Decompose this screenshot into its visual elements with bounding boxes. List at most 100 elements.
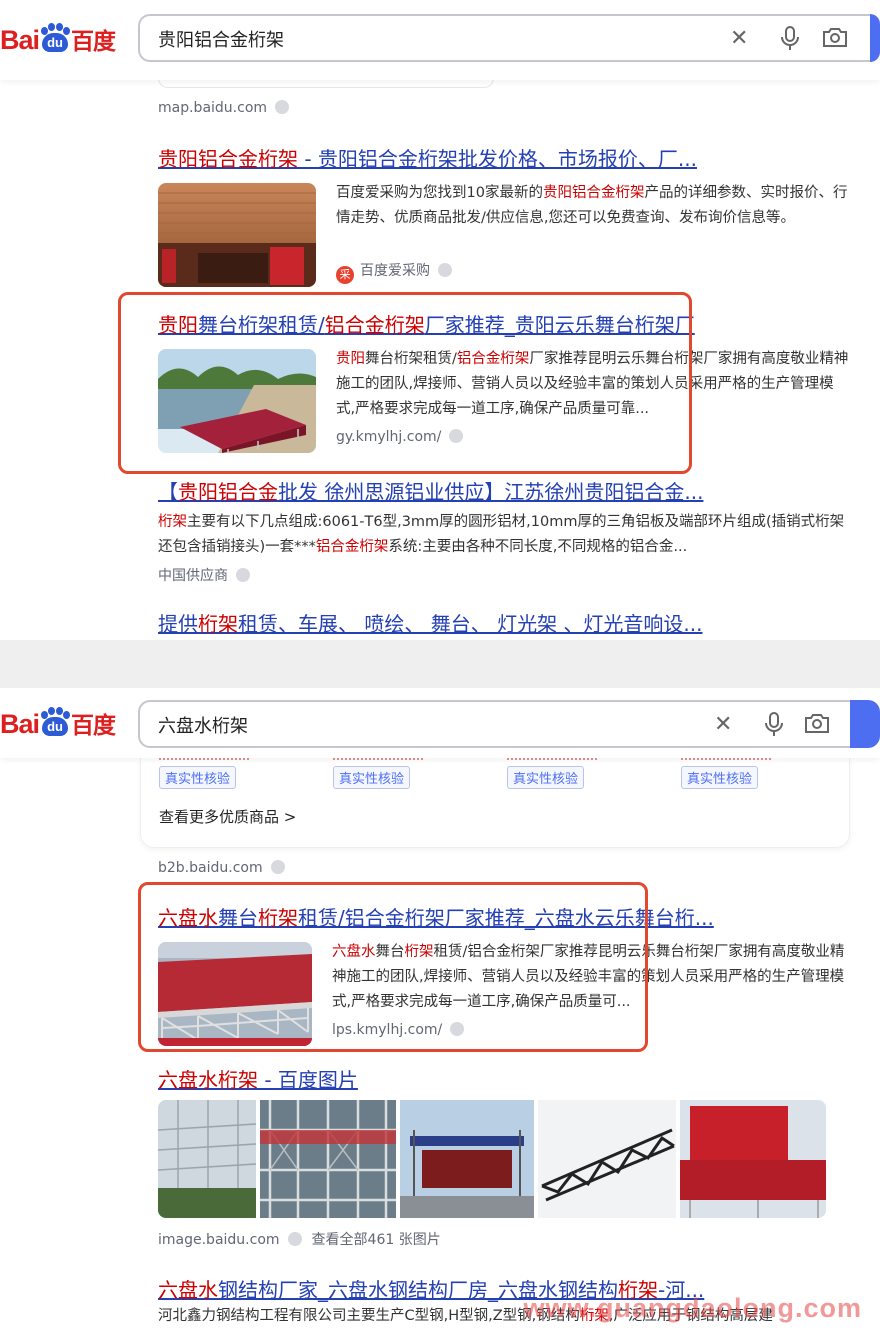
verify-tag: 真实性核验: [159, 766, 237, 789]
search-button[interactable]: [850, 700, 880, 748]
info-icon[interactable]: [438, 263, 452, 277]
search-result: 六盘水桁架 - 百度图片 image.baidu.com 查看全部461 张图片: [158, 1066, 858, 1248]
text-segment: - 百度图片: [258, 1068, 358, 1092]
search-input[interactable]: 贵阳铝合金桁架 ✕: [138, 14, 870, 62]
result-snippet: 百度爱采购为您找到10家最新的贵阳铝合金桁架产品的详细参数、实时报价、行情走势、…: [336, 181, 852, 231]
text-segment: 提供: [158, 612, 198, 636]
keyword-highlight: 六盘水桁架: [158, 1068, 258, 1092]
keyword-highlight: 桁架: [158, 514, 187, 530]
image-strip: [158, 1100, 826, 1218]
paw-icon: du: [39, 23, 71, 52]
keyword-highlight: 桁架: [404, 944, 434, 960]
baidu-logo[interactable]: Bai du 百度: [0, 22, 116, 56]
info-icon[interactable]: [287, 1232, 302, 1246]
info-icon[interactable]: [236, 568, 250, 582]
paw-icon: du: [39, 707, 71, 736]
image-thumb-5: [680, 1100, 826, 1218]
result-source[interactable]: gy.kmylhj.com/: [336, 427, 464, 447]
aicaigou-badge-icon: 采: [336, 266, 354, 284]
verify-tag: 真实性核验: [507, 766, 585, 789]
text-segment: 【: [158, 480, 178, 504]
keyword-highlight: 贵阳铝合金: [178, 480, 278, 504]
product-card: 真实性核验 真实性核验 真实性核验 真实性核验 查看更多优质商品 >: [140, 758, 850, 848]
result-snippet: 贵阳舞台桁架租赁/铝合金桁架厂家推荐昆明云乐舞台桁架厂家拥有高度敬业精神施工的团…: [336, 347, 852, 422]
keyword-highlight: 贵阳铝合金桁架: [542, 185, 645, 201]
text-segment: 舞台: [218, 906, 258, 930]
verify-tag: 真实性核验: [681, 766, 759, 789]
text-segment: 百度爱采购为您找到10家最新的: [336, 185, 543, 201]
clear-icon[interactable]: ✕: [730, 26, 748, 52]
camera-icon[interactable]: [804, 712, 830, 741]
text-segment: - 贵阳铝合金桁架批发价格、市场报价、厂...: [298, 147, 698, 171]
text-segment: 厂家推荐_贵阳云乐舞台桁架厂: [424, 313, 695, 337]
keyword-highlight: 贵阳铝合金桁架: [158, 147, 298, 171]
search-result: 贵阳舞台桁架租赁/铝合金桁架厂家推荐_贵阳云乐舞台桁架厂 贵阳舞台桁架租赁/铝合…: [158, 311, 858, 453]
screenshot-panel-1: Bai du 百度 贵阳铝合金桁架 ✕ map.baidu.com 贵阳铝合金桁架 …: [0, 0, 880, 640]
microphone-icon[interactable]: [764, 712, 784, 745]
info-icon[interactable]: [449, 429, 464, 443]
text-segment: 系统:主要由各种不同长度,不同规格的铝合金...: [388, 539, 688, 555]
price-remnant: [159, 758, 249, 762]
camera-icon[interactable]: [822, 26, 848, 55]
text-segment: 租赁/铝合金桁架厂家推荐_六盘水云乐舞台桁...: [298, 906, 714, 930]
result-title-link[interactable]: 提供桁架租赁、车展、 喷绘、 舞台、 灯光架 、灯光音响设...: [158, 610, 858, 638]
verify-tag: 真实性核验: [333, 766, 411, 789]
result-thumbnail[interactable]: [158, 942, 312, 1046]
keyword-highlight: 贵阳: [158, 313, 198, 337]
search-result: 贵阳铝合金桁架 - 贵阳铝合金桁架批发价格、市场报价、厂... 百度爱采购为您找…: [158, 145, 858, 287]
keyword-highlight: 六盘水: [332, 944, 376, 960]
result-thumbnail[interactable]: [158, 349, 316, 453]
result-source[interactable]: 中国供应商: [158, 566, 858, 586]
result-title-link[interactable]: 【贵阳铝合金批发 徐州思源铝业供应】江苏徐州贵阳铝合金...: [158, 478, 858, 506]
text-segment: 舞台桁架租赁/: [198, 313, 325, 337]
result-source[interactable]: 采百度爱采购: [336, 261, 452, 284]
screenshot-panel-2: Bai du 百度 六盘水桁架 ✕ 真实性核验 真实性核验 真实性核验 真实性核验 …: [0, 688, 880, 1336]
result-title-link[interactable]: 贵阳舞台桁架租赁/铝合金桁架厂家推荐_贵阳云乐舞台桁架厂: [158, 311, 858, 339]
result-source[interactable]: lps.kmylhj.com/: [332, 1020, 465, 1040]
image-thumb-1: [158, 1100, 257, 1218]
text-segment: 舞台桁架租赁/: [365, 351, 457, 367]
keyword-highlight: 六盘水: [158, 1278, 218, 1302]
info-icon[interactable]: [275, 100, 290, 114]
search-header: Bai du 百度 贵阳铝合金桁架 ✕: [0, 0, 880, 80]
view-all-images-link[interactable]: 查看全部461 张图片: [312, 1232, 441, 1248]
price-remnant: [681, 758, 771, 762]
microphone-icon[interactable]: [780, 26, 800, 59]
result-source[interactable]: image.baidu.com 查看全部461 张图片: [158, 1230, 441, 1250]
baidu-logo[interactable]: Bai du 百度: [0, 706, 116, 740]
result-source[interactable]: map.baidu.com: [158, 98, 290, 118]
info-icon[interactable]: [450, 1022, 465, 1036]
clear-icon[interactable]: ✕: [714, 712, 732, 738]
keyword-highlight: 铝合金桁架: [324, 313, 425, 337]
text-segment: 租赁、车展、 喷绘、 舞台、 灯光架 、灯光音响设...: [238, 612, 703, 636]
text-segment: 舞台: [375, 944, 405, 960]
search-input[interactable]: 六盘水桁架 ✕: [138, 700, 850, 748]
text-segment: 河北鑫力钢结构工程有限公司主要生产C型钢,H型钢,Z型钢,钢结构: [158, 1308, 580, 1324]
search-result: 提供桁架租赁、车展、 喷绘、 舞台、 灯光架 、灯光音响设...: [158, 610, 858, 638]
search-header: Bai du 百度 六盘水桁架 ✕: [0, 688, 880, 758]
search-result: 【贵阳铝合金批发 徐州思源铝业供应】江苏徐州贵阳铝合金... 桁架主要有以下几点…: [158, 478, 858, 586]
result-snippet: 桁架主要有以下几点组成:6061-T6型,3mm厚的圆形铝材,10mm厚的三角铝…: [158, 510, 854, 560]
result-thumbnail[interactable]: [158, 183, 316, 287]
image-thumb-4: [538, 1100, 676, 1218]
image-thumb-3: [400, 1100, 534, 1218]
info-icon[interactable]: [270, 860, 285, 874]
text-segment: 批发 徐州思源铝业供应】江苏徐州贵阳铝合金...: [278, 480, 704, 504]
keyword-highlight: 桁架: [198, 612, 238, 636]
search-result: 六盘水舞台桁架租赁/铝合金桁架厂家推荐_六盘水云乐舞台桁... 六盘水舞台桁架租…: [158, 904, 858, 1046]
price-remnant: [507, 758, 597, 762]
result-title-link[interactable]: 六盘水舞台桁架租赁/铝合金桁架厂家推荐_六盘水云乐舞台桁...: [158, 904, 858, 932]
keyword-highlight: 贵阳: [336, 351, 365, 367]
result-source[interactable]: b2b.baidu.com: [158, 858, 285, 878]
price-remnant: [333, 758, 423, 762]
keyword-highlight: 铝合金桁架: [315, 539, 389, 555]
more-goods-link[interactable]: 查看更多优质商品 >: [159, 806, 296, 827]
result-title-link[interactable]: 贵阳铝合金桁架 - 贵阳铝合金桁架批发价格、市场报价、厂...: [158, 145, 858, 173]
image-thumb-2: [260, 1100, 396, 1218]
search-button[interactable]: [870, 14, 880, 62]
keyword-highlight: 铝合金桁架: [456, 351, 530, 367]
result-snippet: 六盘水舞台桁架租赁/铝合金桁架厂家推荐昆明云乐舞台桁架厂家拥有高度敬业精神施工的…: [332, 940, 852, 1015]
result-title-link[interactable]: 六盘水桁架 - 百度图片: [158, 1066, 858, 1094]
keyword-highlight: 六盘水: [158, 906, 218, 930]
watermark: www.guangdaolong.com: [523, 1293, 862, 1323]
